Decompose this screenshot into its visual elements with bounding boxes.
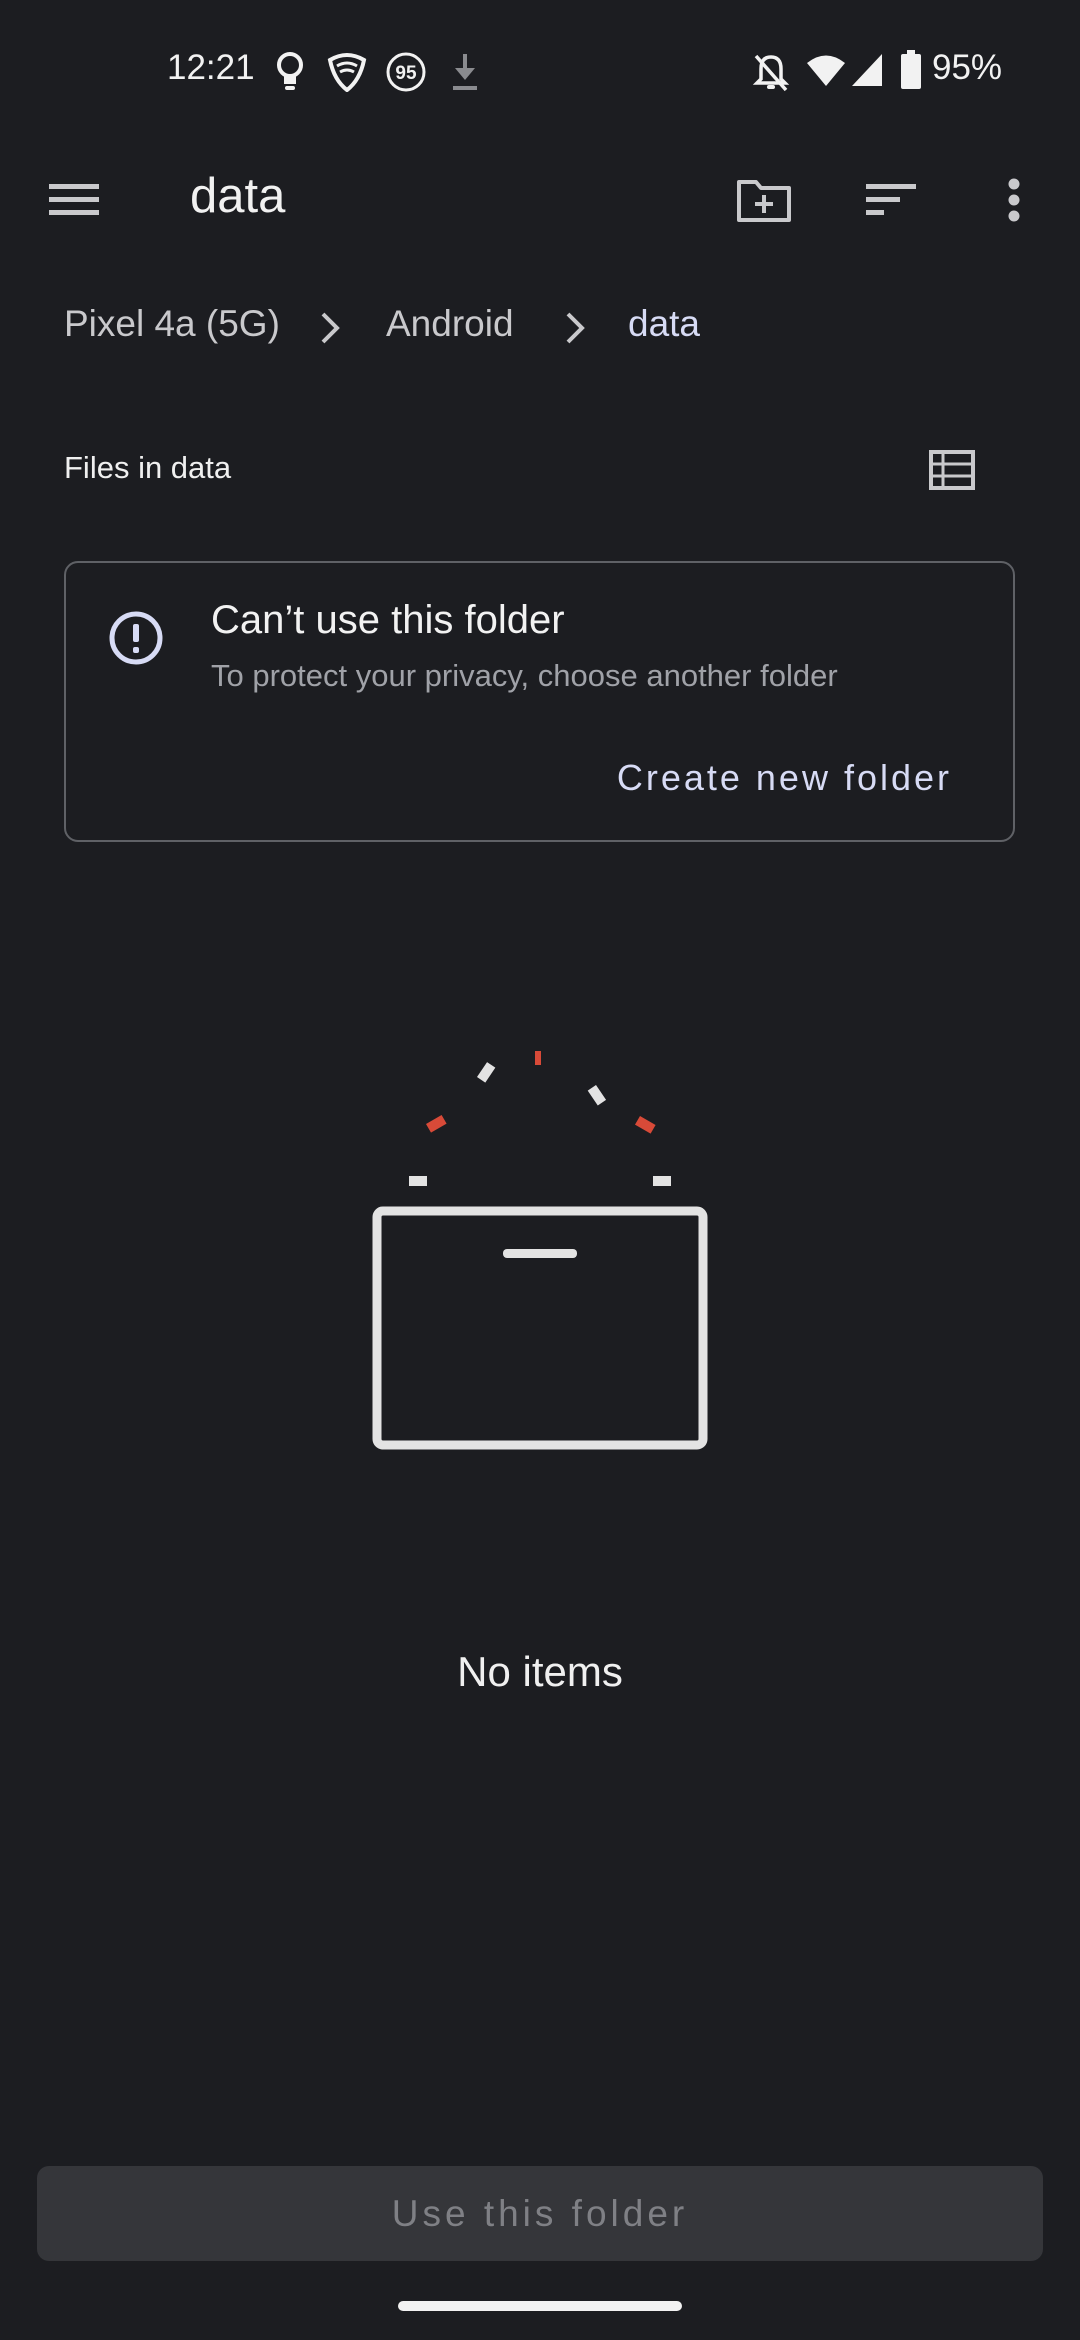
chevron-right-icon xyxy=(321,312,340,344)
cell-signal-icon xyxy=(852,54,882,86)
status-time: 12:21 xyxy=(167,48,255,87)
use-this-folder-button[interactable]: Use this folder xyxy=(37,2166,1043,2261)
empty-box-illustration xyxy=(372,1051,708,1450)
lightbulb-icon xyxy=(277,52,303,90)
menu-button[interactable] xyxy=(34,160,114,240)
badge-number: 95 xyxy=(395,63,417,84)
create-new-folder-button[interactable]: Create new folder xyxy=(560,757,952,799)
new-folder-button[interactable] xyxy=(724,160,804,240)
spark-mark xyxy=(653,1176,671,1186)
vpn-shield-icon xyxy=(327,53,367,92)
menu-icon xyxy=(49,184,99,215)
spark-mark xyxy=(477,1062,496,1083)
page-title: data xyxy=(190,169,286,223)
spark-mark xyxy=(409,1176,427,1186)
wifi-icon xyxy=(807,55,845,86)
more-vert-icon xyxy=(1008,178,1020,222)
spark-mark xyxy=(426,1115,447,1133)
list-view-icon xyxy=(929,450,975,490)
more-options-button[interactable] xyxy=(974,160,1054,240)
new-folder-icon xyxy=(737,180,791,222)
spark-mark xyxy=(535,1051,541,1065)
data-saver-badge-icon: 95 xyxy=(386,52,426,92)
breadcrumb-item-data[interactable]: data xyxy=(628,303,700,345)
breadcrumb-item-android[interactable]: Android xyxy=(386,303,514,345)
files-section-label: Files in data xyxy=(64,450,232,485)
battery-percent: 95% xyxy=(932,48,1003,87)
alert-circle-icon xyxy=(109,611,163,665)
sort-icon xyxy=(866,184,916,215)
breadcrumb-item-device[interactable]: Pixel 4a (5G) xyxy=(64,303,280,345)
download-icon xyxy=(453,54,477,90)
warning-title: Can’t use this folder xyxy=(211,598,565,642)
chevron-right-icon xyxy=(566,312,585,344)
empty-state-text: No items xyxy=(457,1648,623,1695)
spark-mark xyxy=(635,1116,656,1134)
notifications-off-icon xyxy=(752,54,790,92)
home-indicator[interactable] xyxy=(398,2301,682,2311)
warning-subtitle: To protect your privacy, choose another … xyxy=(211,658,838,693)
spark-mark xyxy=(587,1085,607,1106)
battery-icon xyxy=(901,50,921,89)
view-toggle-button[interactable] xyxy=(912,430,992,510)
sort-button[interactable] xyxy=(851,160,931,240)
